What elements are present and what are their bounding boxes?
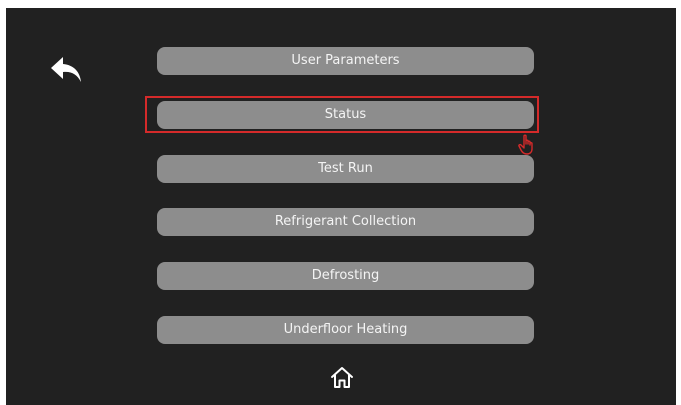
home-icon (331, 367, 353, 388)
defrosting-button[interactable]: Defrosting (157, 262, 534, 290)
back-button[interactable] (49, 54, 85, 86)
test-run-button[interactable]: Test Run (157, 155, 534, 183)
hand-pointer-icon (518, 134, 536, 156)
user-parameters-button[interactable]: User Parameters (157, 47, 534, 75)
back-arrow-icon (51, 57, 81, 82)
home-button[interactable] (329, 365, 355, 391)
refrigerant-collection-button[interactable]: Refrigerant Collection (157, 208, 534, 236)
selection-highlight (145, 96, 539, 133)
underfloor-heating-button[interactable]: Underfloor Heating (157, 316, 534, 344)
screen-frame: User Parameters Status Test Run Refriger… (6, 8, 676, 405)
